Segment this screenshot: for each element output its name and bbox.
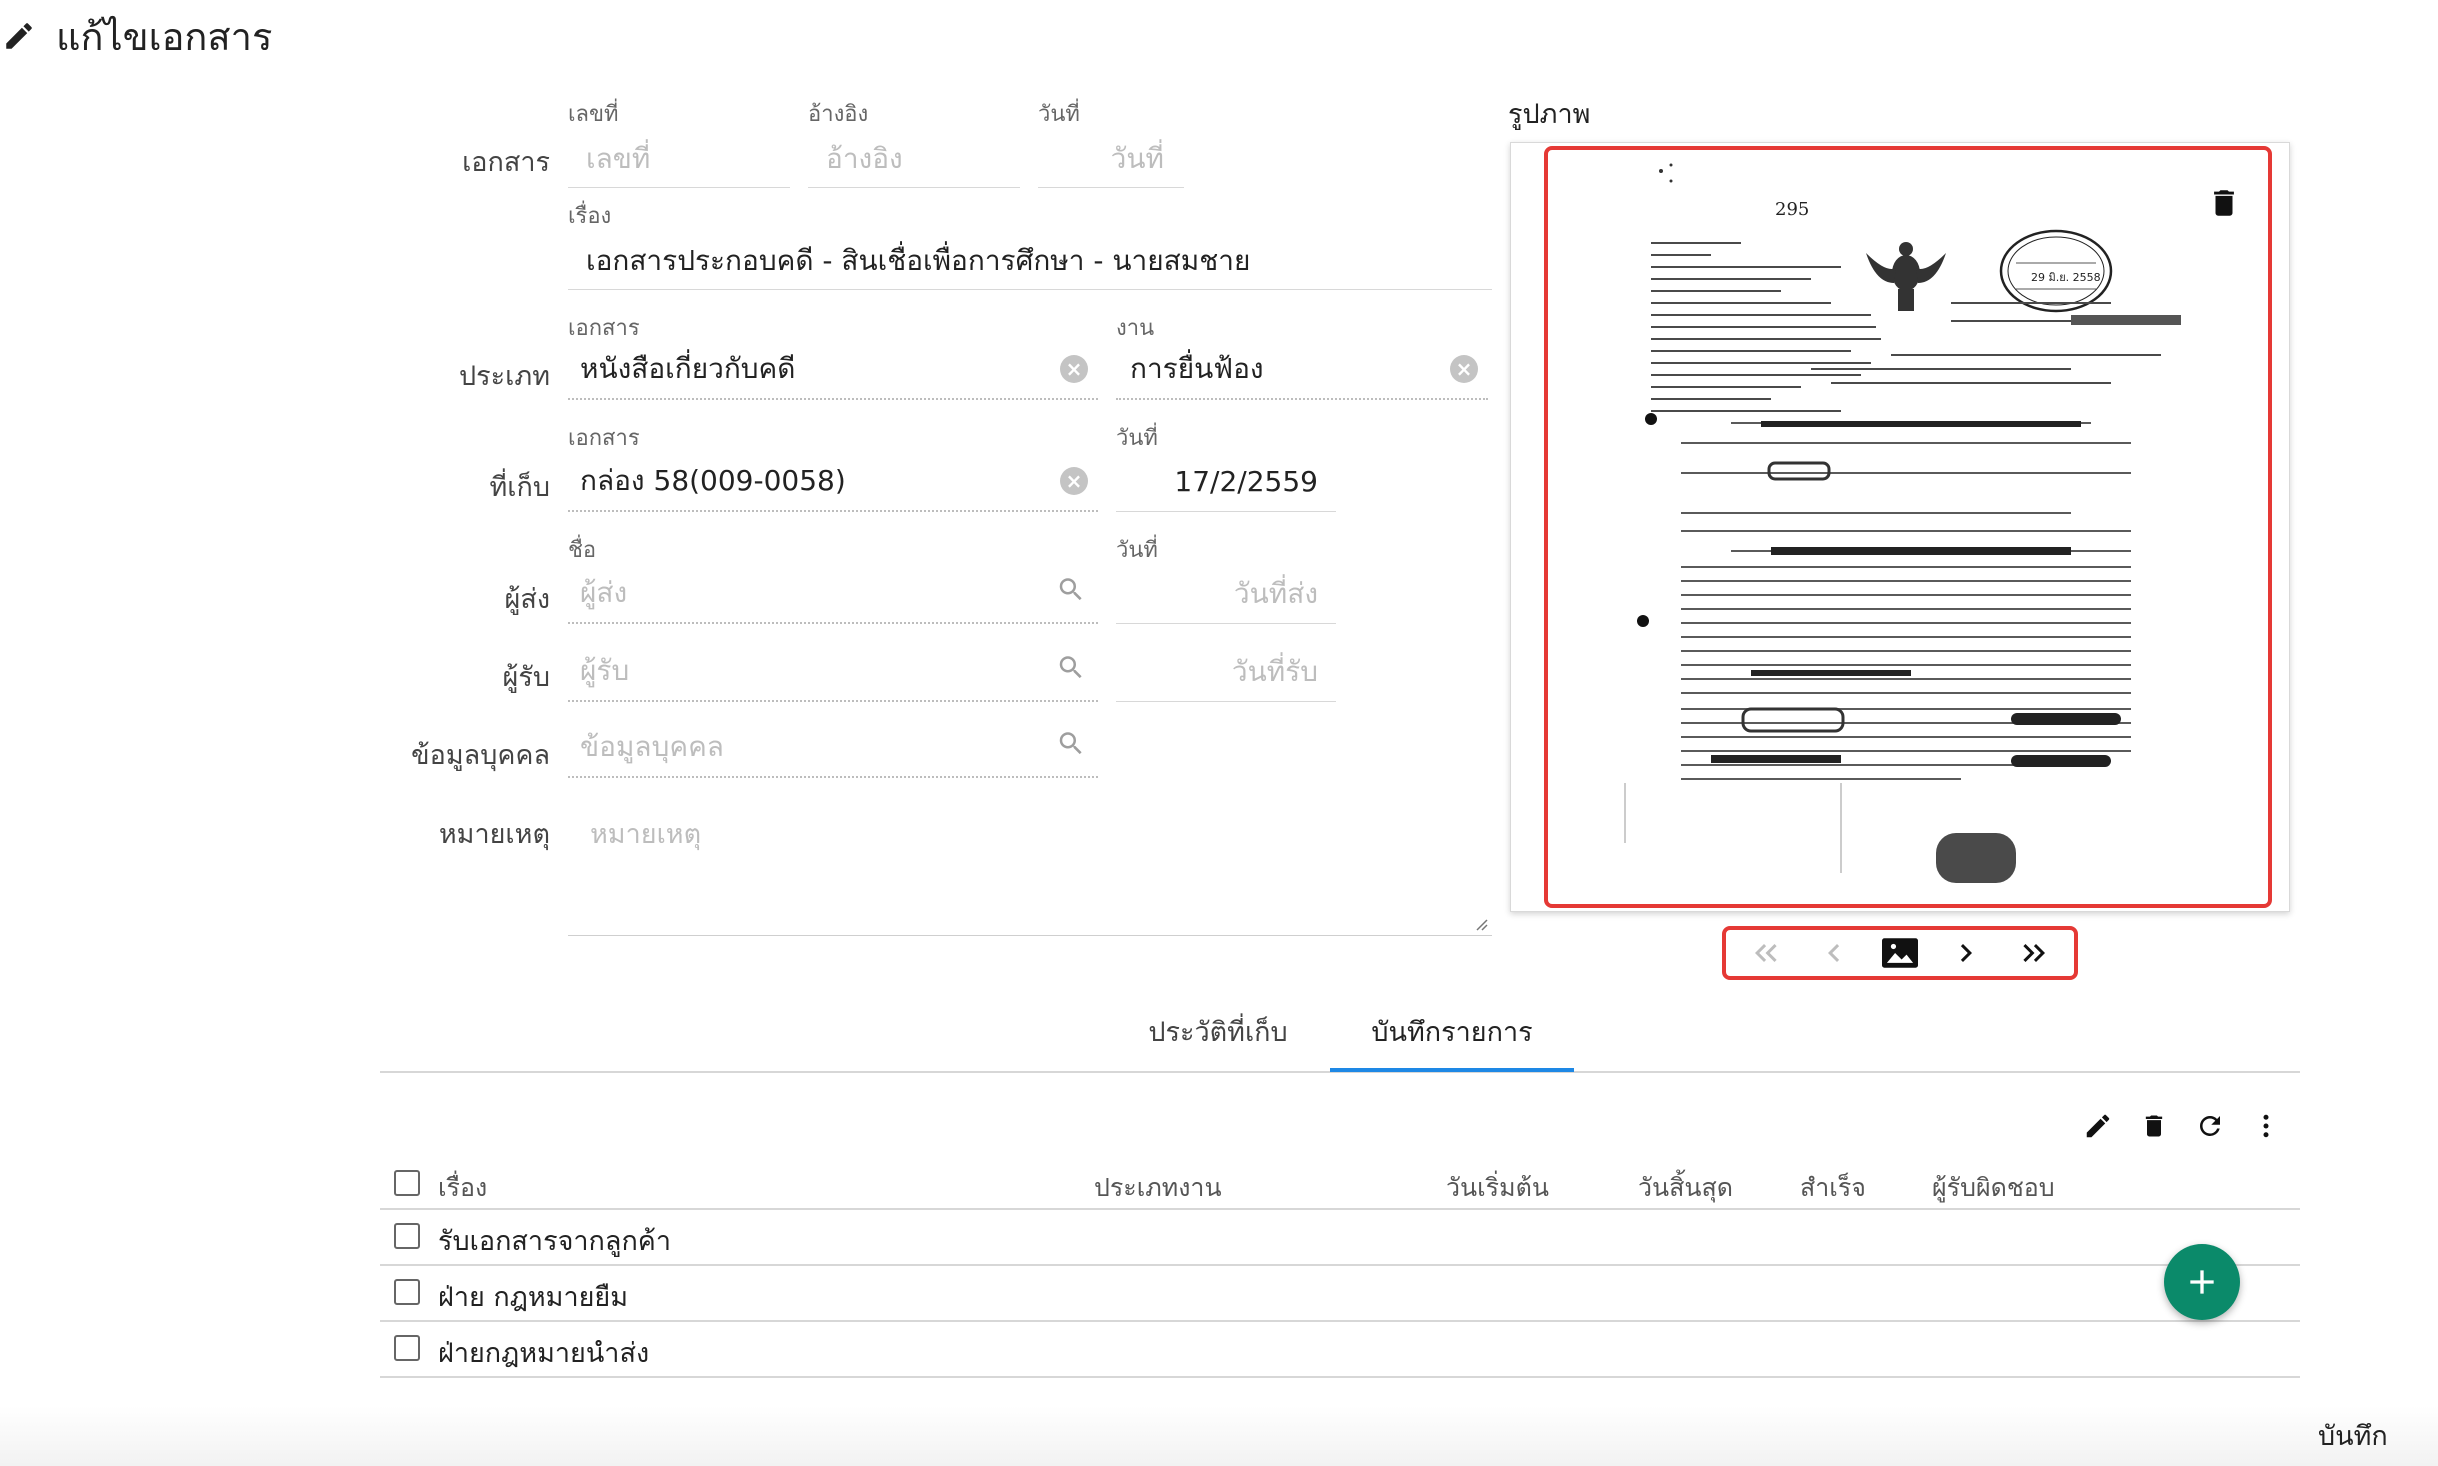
storage-date-field[interactable]: 17/2/2559 (1116, 452, 1336, 512)
doc-date-label: วันที่ (1038, 102, 1080, 127)
clear-icon[interactable]: × (1060, 355, 1088, 383)
row-subject: ฝ่าย กฎหมายยืม (438, 1282, 629, 1313)
note-textarea[interactable]: หมายเหตุ (568, 800, 1492, 936)
image-label: รูปภาพ (1508, 99, 1591, 130)
table-row[interactable]: รับเอกสารจากลูกค้า (380, 1210, 2300, 1264)
table-row[interactable]: ฝ่าย กฎหมายยืม (380, 1266, 2300, 1320)
row-subject: รับเอกสารจากลูกค้า (438, 1226, 672, 1257)
doc-date-placeholder: วันที่ (1110, 141, 1164, 175)
storage-date-label: วันที่ (1116, 426, 1158, 451)
edit-icon[interactable] (2080, 1108, 2116, 1144)
receiver-placeholder: ผู้รับ (580, 654, 630, 687)
subject-label: เรื่อง (568, 204, 612, 229)
sender-row-label: ผู้ส่ง (504, 584, 550, 615)
personal-row-label: ข้อมูลบุคคล (411, 740, 550, 771)
delete-icon[interactable] (2136, 1108, 2172, 1144)
sender-date-field[interactable]: วันที่ส่ง (1116, 564, 1336, 624)
column-header-owner[interactable]: ผู้รับผิดชอบ (1932, 1168, 2055, 1208)
type-work-value: การยื่นฟ้อง (1130, 352, 1264, 385)
column-header-subject[interactable]: เรื่อง (438, 1168, 487, 1208)
page-title: แก้ไขเอกสาร (56, 14, 273, 59)
column-header-work-type[interactable]: ประเภทงาน (1094, 1168, 1222, 1208)
save-button[interactable]: บันทึก (2318, 1414, 2388, 1457)
subject-field[interactable]: เอกสารประกอบคดี - สินเชื่อเพื่อการศึกษา … (568, 232, 1492, 290)
storage-date-value: 17/2/2559 (1174, 465, 1318, 498)
sender-placeholder: ผู้ส่ง (580, 576, 628, 609)
storage-document-label: เอกสาร (568, 426, 640, 451)
next-page-icon[interactable] (1939, 929, 1993, 977)
type-document-value: หนังสือเกี่ยวกับคดี (580, 352, 796, 385)
edit-icon (2, 16, 42, 56)
row-checkbox[interactable] (394, 1223, 420, 1249)
receiver-date-placeholder: วันที่รับ (1231, 654, 1318, 688)
add-item-button[interactable] (2164, 1244, 2240, 1320)
subject-value: เอกสารประกอบคดี - สินเชื่อเพื่อการศึกษา … (586, 243, 1251, 277)
sender-date-label: วันที่ (1116, 538, 1158, 563)
image-icon[interactable] (1873, 929, 1927, 977)
tab-item-log[interactable]: บันทึกรายการ (1330, 1010, 1574, 1053)
row-subject: ฝ่ายกฎหมายนำส่ง (438, 1338, 650, 1369)
page-header: แก้ไขเอกสาร (0, 8, 272, 64)
receiver-search-input[interactable]: ผู้รับ (568, 642, 1098, 702)
more-vert-icon[interactable] (2248, 1108, 2284, 1144)
add-icon (2190, 1270, 2214, 1294)
document-row-label: เอกสาร (462, 147, 550, 178)
type-work-select[interactable]: การยื่นฟ้อง × (1116, 340, 1488, 400)
column-header-done[interactable]: สำเร็จ (1800, 1168, 1866, 1208)
select-all-checkbox[interactable] (394, 1170, 420, 1196)
personal-search-input[interactable]: ข้อมูลบุคคล (568, 718, 1098, 778)
receiver-date-field[interactable]: วันที่รับ (1116, 642, 1336, 702)
tab-storage-history[interactable]: ประวัติที่เก็บ (1130, 1010, 1306, 1053)
row-divider (380, 1376, 2300, 1378)
note-placeholder: หมายเหตุ (590, 819, 702, 850)
receiver-row-label: ผู้รับ (502, 662, 550, 693)
image-highlight-box (1544, 146, 2272, 908)
doc-number-placeholder: เลขที่ (586, 141, 651, 175)
storage-row-label: ที่เก็บ (489, 472, 550, 503)
search-icon[interactable] (1056, 653, 1086, 690)
clear-icon[interactable]: × (1450, 355, 1478, 383)
column-header-start-date[interactable]: วันเริ่มต้น (1446, 1168, 1549, 1208)
sender-date-placeholder: วันที่ส่ง (1233, 576, 1318, 610)
clear-icon[interactable]: × (1060, 467, 1088, 495)
last-page-icon[interactable] (2006, 929, 2060, 977)
footer-bar (0, 1406, 2438, 1466)
reference-label: อ้างอิง (808, 102, 869, 127)
note-row-label: หมายเหตุ (438, 819, 550, 850)
doc-number-label: เลขที่ (568, 102, 619, 127)
active-tab-indicator (1330, 1068, 1574, 1072)
table-row[interactable]: ฝ่ายกฎหมายนำส่ง (380, 1322, 2300, 1376)
personal-placeholder: ข้อมูลบุคคล (580, 730, 724, 763)
search-icon[interactable] (1056, 575, 1086, 612)
sender-search-input[interactable]: ผู้ส่ง (568, 564, 1098, 624)
prev-page-icon[interactable] (1807, 929, 1861, 977)
resize-handle-icon[interactable] (1472, 915, 1488, 931)
doc-number-field[interactable]: เลขที่ (568, 130, 790, 188)
image-navigation (1722, 926, 2078, 980)
reference-placeholder: อ้างอิง (826, 141, 903, 175)
first-page-icon[interactable] (1740, 929, 1794, 977)
type-row-label: ประเภท (459, 361, 550, 392)
type-document-select[interactable]: หนังสือเกี่ยวกับคดี × (568, 340, 1098, 400)
row-checkbox[interactable] (394, 1335, 420, 1361)
refresh-icon[interactable] (2192, 1108, 2228, 1144)
row-checkbox[interactable] (394, 1279, 420, 1305)
storage-document-value: กล่อง 58(009-0058) (580, 464, 846, 497)
column-header-end-date[interactable]: วันสิ้นสุด (1638, 1168, 1733, 1208)
storage-document-select[interactable]: กล่อง 58(009-0058) × (568, 452, 1098, 512)
sender-name-label: ชื่อ (568, 538, 597, 563)
reference-field[interactable]: อ้างอิง (808, 130, 1020, 188)
search-icon[interactable] (1056, 729, 1086, 766)
doc-date-field[interactable]: วันที่ (1038, 130, 1184, 188)
